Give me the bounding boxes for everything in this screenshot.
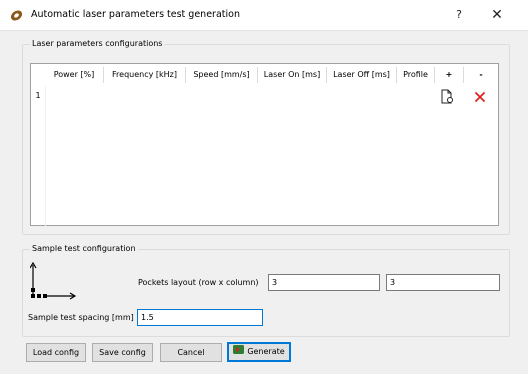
laser-parameters-table[interactable]: Power [%] Frequency [kHz] Speed [mm/s] L… xyxy=(30,63,499,227)
column-header-power[interactable]: Power [%] xyxy=(45,64,103,86)
sample-spacing-label: Sample test spacing [mm] xyxy=(28,313,134,322)
column-header-speed[interactable]: Speed [mm/s] xyxy=(186,64,257,86)
window-title: Automatic laser parameters test generati… xyxy=(31,9,240,20)
column-header-frequency[interactable]: Frequency [kHz] xyxy=(104,64,185,86)
column-header-remove[interactable]: - xyxy=(464,64,498,86)
generate-label: Generate xyxy=(247,347,285,356)
grid-axes-icon xyxy=(29,261,78,302)
sample-spacing-input[interactable]: 1.5 xyxy=(137,309,263,326)
load-config-button[interactable]: Load config xyxy=(26,343,86,362)
close-button[interactable]: ✕ xyxy=(484,4,510,26)
new-file-icon[interactable] xyxy=(440,89,454,104)
row-header-1[interactable]: 1 xyxy=(31,86,45,106)
column-header-add[interactable]: + xyxy=(435,64,463,86)
cancel-button[interactable]: Cancel xyxy=(160,343,222,362)
pockets-layout-label: Pockets layout (row x column) xyxy=(138,278,259,287)
pockets-columns-input[interactable]: 3 xyxy=(386,274,500,291)
pockets-rows-input[interactable]: 3 xyxy=(268,274,380,291)
delete-x-icon[interactable] xyxy=(474,91,486,103)
generate-icon xyxy=(233,344,245,359)
sample-test-group-title: Sample test configuration xyxy=(30,244,138,253)
sample-test-group xyxy=(22,249,510,337)
laser-parameters-group-title: Laser parameters configurations xyxy=(30,39,165,48)
save-config-button[interactable]: Save config xyxy=(92,343,153,362)
laser-app-icon xyxy=(9,8,24,23)
generate-button[interactable]: Generate xyxy=(227,342,291,362)
column-header-profile[interactable]: Profile xyxy=(397,64,434,86)
column-header-laser-off[interactable]: Laser Off [ms] xyxy=(327,64,396,86)
column-header-laser-on[interactable]: Laser On [ms] xyxy=(258,64,326,86)
help-button[interactable]: ? xyxy=(448,4,470,26)
